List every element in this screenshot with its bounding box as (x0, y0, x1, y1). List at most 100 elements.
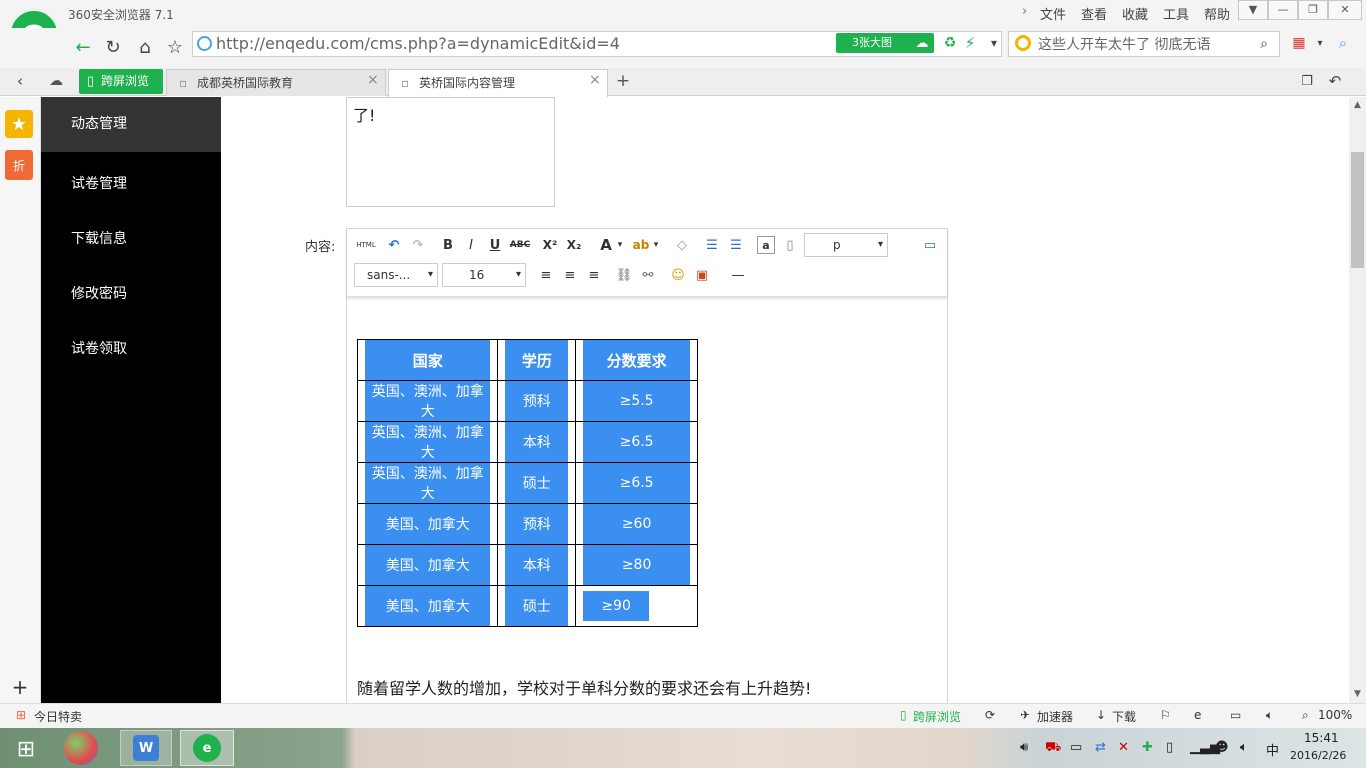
table-cell[interactable]: 本科 (497, 421, 577, 463)
table-cell[interactable]: 硕士 (497, 585, 577, 627)
html-source-icon[interactable]: HTML (355, 236, 377, 254)
bold-icon[interactable]: B (439, 236, 457, 254)
accelerator[interactable]: 加速器 (1037, 708, 1073, 725)
scroll-up-icon[interactable]: ▲ (1351, 99, 1364, 111)
table-cell[interactable]: ≥6.5 (575, 462, 698, 504)
ordered-list-icon[interactable]: ☰ (703, 236, 721, 254)
fullscreen-icon[interactable]: ▭ (921, 236, 939, 254)
close-window-button[interactable]: ✕ (1328, 0, 1362, 20)
undo-icon[interactable]: ↶ (385, 236, 403, 254)
table-cell[interactable]: 英国、澳洲、加拿大 (356, 421, 499, 463)
menu-tools[interactable]: 工具 (1163, 4, 1189, 23)
discount-icon[interactable]: 折 (5, 150, 33, 180)
car-tray-icon[interactable]: ⛟ (1045, 740, 1061, 757)
align-center-icon[interactable]: ≡ (561, 266, 579, 284)
minimize-button[interactable]: — (1268, 0, 1298, 20)
menu-help[interactable]: 帮助 (1204, 4, 1230, 23)
volume-icon[interactable]: 🔈︎ (1266, 708, 1273, 723)
tab-list-icon[interactable]: ‹ (12, 72, 28, 90)
superscript-icon[interactable]: X² (541, 236, 559, 254)
search-icon[interactable]: ⌕ (1256, 35, 1272, 53)
horizontal-rule-icon[interactable]: — (729, 266, 747, 284)
font-color-dropdown-icon[interactable]: ▾ (615, 236, 625, 254)
360-guard-tray-icon[interactable]: ✚ (1142, 740, 1153, 755)
sidebar-item-downloads[interactable]: 下载信息 (41, 212, 221, 267)
redo-icon[interactable]: ↷ (409, 236, 427, 254)
cross-screen-button[interactable]: ▯ 跨屏浏览 (79, 69, 163, 94)
tab-content-management[interactable]: ▫ 英桥国际内容管理 (388, 69, 608, 97)
table-cell[interactable]: 美国、加拿大 (356, 544, 499, 586)
window-icon[interactable]: ▭ (1230, 708, 1241, 722)
lightning-icon[interactable]: ⚡ (962, 34, 978, 52)
sidebar-item-password[interactable]: 修改密码 (41, 267, 221, 322)
format-select[interactable]: p (804, 233, 888, 257)
unlink-icon[interactable]: ⚯ (639, 266, 657, 284)
table-cell[interactable]: 英国、澳洲、加拿大 (356, 462, 499, 504)
emoji-icon[interactable]: ☺ (669, 266, 687, 284)
today-deals[interactable]: 今日特卖 (34, 708, 82, 725)
close-tab-icon[interactable]: × (589, 72, 601, 88)
menu-favorites[interactable]: 收藏 (1122, 4, 1148, 23)
underline-icon[interactable]: U (486, 236, 504, 254)
summary-textarea[interactable]: 了! (346, 97, 555, 207)
phone-tray-icon[interactable]: ▯ (1166, 740, 1173, 755)
table-cell[interactable]: ≥6.5 (575, 421, 698, 463)
wps-app[interactable]: W (120, 730, 172, 766)
ime-indicator[interactable]: 中 (1266, 740, 1279, 759)
download-link[interactable]: 下载 (1112, 708, 1136, 725)
tab-chengdu[interactable]: ▫ 成都英桥国际教育 (166, 69, 386, 96)
monitor-tray-icon[interactable]: ▭ (1070, 740, 1082, 755)
clock-time[interactable]: 15:41 (1304, 731, 1339, 745)
anchor-icon[interactable]: a (757, 236, 775, 254)
edge-icon[interactable]: ⟳ (985, 708, 995, 722)
speaker-tray-icon[interactable]: 🔊︎ (1020, 740, 1028, 755)
chevron-right-icon[interactable]: › (1022, 4, 1027, 19)
find-icon[interactable]: ⌕ (1334, 34, 1352, 52)
table-cell[interactable]: 英国、澳洲、加拿大 (356, 380, 499, 422)
highlight-icon[interactable]: ab (632, 236, 650, 254)
table-cell[interactable]: 美国、加拿大 (356, 585, 499, 627)
undo-close-icon[interactable]: ↶ (1326, 72, 1344, 90)
refresh-button[interactable]: ↻ (100, 34, 126, 60)
table-cell[interactable]: 本科 (497, 544, 577, 586)
strikethrough-icon[interactable]: ABC (510, 236, 530, 254)
image-icon[interactable]: ▣ (693, 266, 711, 284)
sidebar-item-exam-claim[interactable]: 试卷领取 (41, 322, 221, 377)
link-icon[interactable]: ⛓ (615, 266, 633, 284)
favorites-star-icon[interactable]: ★ (5, 110, 33, 138)
flag-icon[interactable]: ⚐ (1160, 708, 1171, 722)
new-tab-icon[interactable]: + (614, 71, 632, 91)
table-cell[interactable]: ≥5.5 (575, 380, 698, 422)
qq-tray-icon[interactable]: ☻ (1215, 740, 1229, 755)
chevron-down-icon[interactable]: ▾ (986, 34, 1002, 52)
search-input[interactable]: 这些人开车太牛了 彻底无语 (1038, 34, 1210, 54)
zoom-level[interactable]: 100% (1318, 708, 1352, 722)
unordered-list-icon[interactable]: ☰ (727, 236, 745, 254)
favorite-star-button[interactable]: ☆ (162, 34, 188, 60)
font-family-select[interactable]: sans-... (354, 263, 438, 287)
skin-icon[interactable]: ▼ (1238, 0, 1268, 20)
menu-file[interactable]: 文件 (1040, 4, 1066, 23)
start-windows-icon[interactable]: ⊞ (12, 736, 40, 762)
scrollbar-thumb[interactable] (1351, 152, 1364, 268)
flag-error-tray-icon[interactable]: ✕ (1118, 740, 1129, 755)
clock-date[interactable]: 2016/2/26 (1290, 749, 1346, 762)
add-sidebar-icon[interactable]: + (10, 675, 30, 699)
highlight-dropdown-icon[interactable]: ▾ (651, 236, 661, 254)
ie-icon[interactable]: e (1194, 708, 1201, 722)
apps-dropdown-icon[interactable]: ▾ (1314, 34, 1326, 52)
search-engine-icon[interactable] (1015, 35, 1031, 51)
page-break-icon[interactable]: ▯ (781, 236, 799, 254)
score-table[interactable]: 国家 学历 分数要求 英国、澳洲、加拿大 预科 ≥5.5 英国、澳洲、加拿大 本科 ≥6.… (356, 339, 698, 627)
table-cell[interactable]: 预科 (497, 380, 577, 422)
align-right-icon[interactable]: ≡ (585, 266, 603, 284)
apps-icon[interactable]: ▦ (1290, 34, 1308, 52)
url-text[interactable]: http://enqedu.com/cms.php?a=dynamicEdit&… (216, 34, 620, 53)
close-tab-icon[interactable]: × (367, 72, 379, 88)
table-cell[interactable]: 预科 (497, 503, 577, 545)
network-tray-icon[interactable]: ⇄ (1095, 740, 1106, 755)
table-cell[interactable]: ≥80 (575, 544, 698, 586)
table-cell[interactable]: ≥60 (575, 503, 698, 545)
status-cross-screen[interactable]: 跨屏浏览 (913, 708, 961, 725)
restore-button[interactable]: ❐ (1298, 0, 1328, 20)
